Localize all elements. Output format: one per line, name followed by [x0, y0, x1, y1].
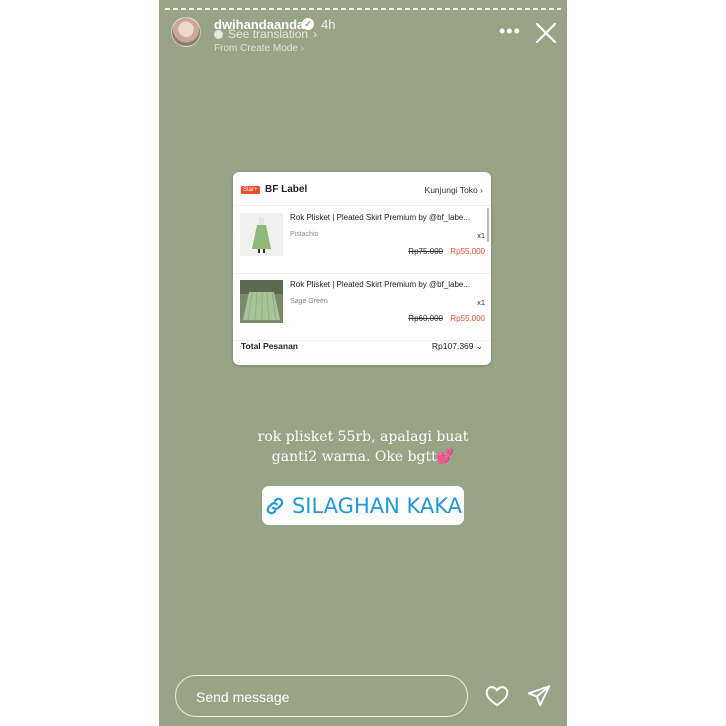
avatar[interactable] — [171, 17, 201, 47]
shop-name: BF Label — [265, 184, 308, 195]
chevron-right-icon: › — [313, 27, 318, 41]
product-thumbnail — [240, 213, 283, 256]
original-price: Rp75.000 — [408, 247, 443, 256]
send-icon[interactable] — [526, 683, 552, 709]
story-progress-bar — [165, 8, 561, 10]
see-translation-link[interactable]: See translation › — [214, 27, 317, 41]
star-plus-badge: Star+ — [241, 186, 260, 194]
chevron-right-icon: › — [480, 185, 483, 195]
order-card: Star+ BF Label Kunjungi Toko › Rok Plisk… — [233, 172, 491, 365]
item-quantity: x1 — [477, 231, 485, 240]
total-value: Rp107.369 ⌄ — [432, 341, 483, 352]
visit-shop-label: Kunjungi Toko — [424, 185, 478, 195]
original-price: Rp60.000 — [408, 314, 443, 323]
scrollbar[interactable] — [487, 208, 489, 242]
discounted-price: Rp55.000 — [450, 247, 485, 256]
send-message-input[interactable]: Send message — [175, 675, 468, 717]
create-mode-link[interactable]: From Create Mode › — [214, 43, 304, 54]
globe-icon — [214, 29, 223, 39]
caption-line-2-text: ganti2 warna. Oke bgtt — [271, 449, 437, 465]
chevron-right-icon: › — [300, 43, 305, 54]
create-mode-label: From Create Mode — [214, 43, 298, 54]
story-caption: rok plisket 55rb, apalagi buat ganti2 wa… — [159, 427, 567, 467]
more-icon[interactable]: ••• — [499, 22, 521, 40]
link-sticker-label: SILAGHAN KAKA — [291, 493, 463, 518]
send-message-placeholder: Send message — [196, 689, 290, 705]
item-variant: Pistachio — [290, 231, 319, 238]
product-thumbnail — [240, 280, 283, 323]
link-sticker[interactable]: SILAGHAN KAKA — [262, 486, 464, 525]
visit-shop-link: Kunjungi Toko › — [425, 185, 483, 195]
item-title: Rok Plisket | Pleated Skirt Premium by @… — [290, 213, 471, 222]
heart-icon[interactable] — [484, 683, 510, 709]
story-viewer[interactable]: dwihandaanda ✓ 4h See translation › From… — [159, 0, 567, 726]
total-label: Total Pesanan — [241, 341, 298, 351]
card-header: Star+ BF Label Kunjungi Toko › — [233, 172, 491, 206]
discounted-price: Rp55.000 — [450, 314, 485, 323]
close-icon[interactable] — [534, 21, 558, 45]
item-title: Rok Plisket | Pleated Skirt Premium by @… — [290, 280, 471, 289]
item-variant: Sage Green — [290, 298, 328, 305]
chevron-down-icon: ⌄ — [475, 341, 483, 351]
caption-line-2: ganti2 warna. Oke bgtt💕 — [159, 447, 567, 467]
see-translation-label: See translation — [228, 27, 309, 41]
order-item: Rok Plisket | Pleated Skirt Premium by @… — [233, 208, 491, 274]
link-icon — [266, 497, 284, 514]
caption-emoji: 💕 — [436, 449, 455, 465]
caption-line-1: rok plisket 55rb, apalagi buat — [257, 429, 469, 445]
post-time: 4h — [321, 17, 336, 32]
order-item: Rok Plisket | Pleated Skirt Premium by @… — [233, 275, 491, 341]
total-amount: Rp107.369 — [431, 341, 474, 351]
item-quantity: x1 — [477, 298, 485, 307]
